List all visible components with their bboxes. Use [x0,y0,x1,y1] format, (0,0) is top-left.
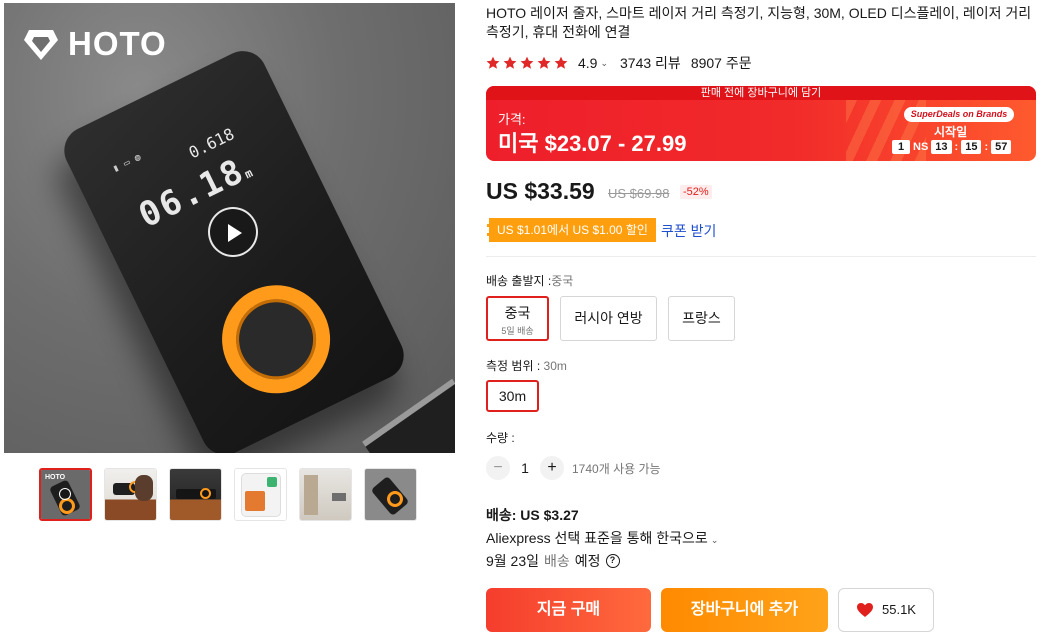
device-status-icons: ▮ ▭ ◍ [110,151,143,175]
countdown-days-unit: NS [913,141,929,153]
coupon-tag[interactable]: US $1.01에서 US $1.00 할인 [487,218,656,242]
chevron-down-icon[interactable]: ⌄ [600,58,608,69]
thumbnail-5[interactable] [299,468,352,521]
countdown-timer: 1 NS 13 : 15 : 57 [892,140,1012,154]
thumbnail-strip: HOTO [39,468,417,521]
chevron-down-icon: ⌄ [710,535,719,545]
star-icon [537,56,551,69]
delivery-date: 9월 23일 [486,553,540,569]
discount-badge: -52% [680,185,712,199]
help-icon[interactable]: ? [605,554,620,568]
get-coupon-link[interactable]: 쿠폰 받기 [661,221,716,241]
delivery-word: 배송 [544,553,570,569]
countdown-days: 1 [892,140,910,154]
range-option-30m[interactable]: 30m [486,380,539,412]
shipping-method-label: Aliexpress 선택 표준을 통해 한국으로 [486,530,708,546]
promo-price-range: 미국 $23.07 - 27.99 [498,131,687,156]
option-delivery-days: 5일 배송 [501,326,534,336]
rating-row: 4.9 ⌄ 3743 리뷰 8907 주문 [486,53,752,73]
ship-from-label: 배송 출발지 :중국 [486,274,574,288]
wishlist-button[interactable]: 55.1K [838,588,934,632]
order-count: 8907 주문 [690,55,752,71]
countdown-hours: 13 [931,140,952,154]
measuring-range-value: 30m [543,359,567,373]
star-icon [520,56,534,69]
hoto-logo-icon [24,30,58,60]
countdown-seconds: 57 [991,140,1012,154]
star-icon [554,56,568,69]
quantity-input[interactable]: 1 [510,460,540,476]
thumbnail-4[interactable] [234,468,287,521]
hoto-logo: HOTO [22,25,167,63]
measuring-range-label: 측정 범위 : 30m [486,359,567,373]
rating-stars [486,56,568,70]
product-title: HOTO 레이저 줄자, 스마트 레이저 거리 측정기, 지능형, 30M, O… [486,5,1032,40]
star-icon [486,56,500,69]
brand-wordmark: HOTO [68,25,167,62]
leather-strap-illustration [362,378,455,453]
quantity-increment-button[interactable]: + [540,456,564,480]
original-price: US $69.98 [608,186,670,201]
countdown-separator: : [954,141,959,153]
video-play-button[interactable] [208,207,258,257]
ship-from-value: 중국 [551,274,574,288]
superdeals-badge: SuperDeals on Brands [904,107,1014,122]
current-price: US $33.59 [486,178,595,204]
delivery-suffix: 예정 [574,553,601,569]
rating-value[interactable]: 4.9 [578,55,597,71]
presale-cart-strip: 판매 전에 장바구니에 담기 [486,86,1036,100]
ship-from-option-china[interactable]: 중국 5일 배송 [486,296,549,341]
heart-icon [857,603,873,617]
review-count[interactable]: 3743 리뷰 [620,53,681,73]
device-orange-ring [203,267,349,412]
ship-from-option-russia[interactable]: 러시아 연방 [560,296,657,341]
quantity-label: 수량 : [486,431,515,445]
thumbnail-brand-tag: HOTO [45,474,66,481]
shipping-fee: 배송: US $3.27 [486,507,579,523]
stock-available: 1740개 사용 가능 [572,461,661,476]
superdeals-banner[interactable]: 판매 전에 장바구니에 담기 가격: 미국 $23.07 - 27.99 Sup… [486,86,1036,161]
thumbnail-2[interactable] [104,468,157,521]
quantity-stepper: − 1 + 1740개 사용 가능 [486,456,661,480]
countdown-separator: : [984,141,989,153]
thumbnail-3[interactable] [169,468,222,521]
ship-from-option-france[interactable]: 프랑스 [668,296,735,341]
quantity-decrement-button[interactable]: − [486,456,510,480]
thumbnail-1[interactable]: HOTO [39,468,92,521]
section-divider [486,256,1036,257]
buy-now-button[interactable]: 지금 구매 [486,588,651,632]
option-label: 중국 [504,305,531,321]
starts-label: 시작일 [934,125,968,139]
shipping-method-selector[interactable]: Aliexpress 선택 표준을 통해 한국으로 ⌄ [486,528,718,548]
add-to-cart-button[interactable]: 장바구니에 추가 [661,588,828,632]
thumbnail-6[interactable] [364,468,417,521]
star-icon [503,56,517,69]
wishlist-count: 55.1K [882,602,916,617]
play-icon [228,224,242,242]
main-product-image[interactable]: HOTO ▮ ▭ ◍ 0.618 06.18m [4,3,455,453]
countdown-minutes: 15 [961,140,982,154]
delivery-estimate: 9월 23일 배송 예정 ? [486,551,620,571]
